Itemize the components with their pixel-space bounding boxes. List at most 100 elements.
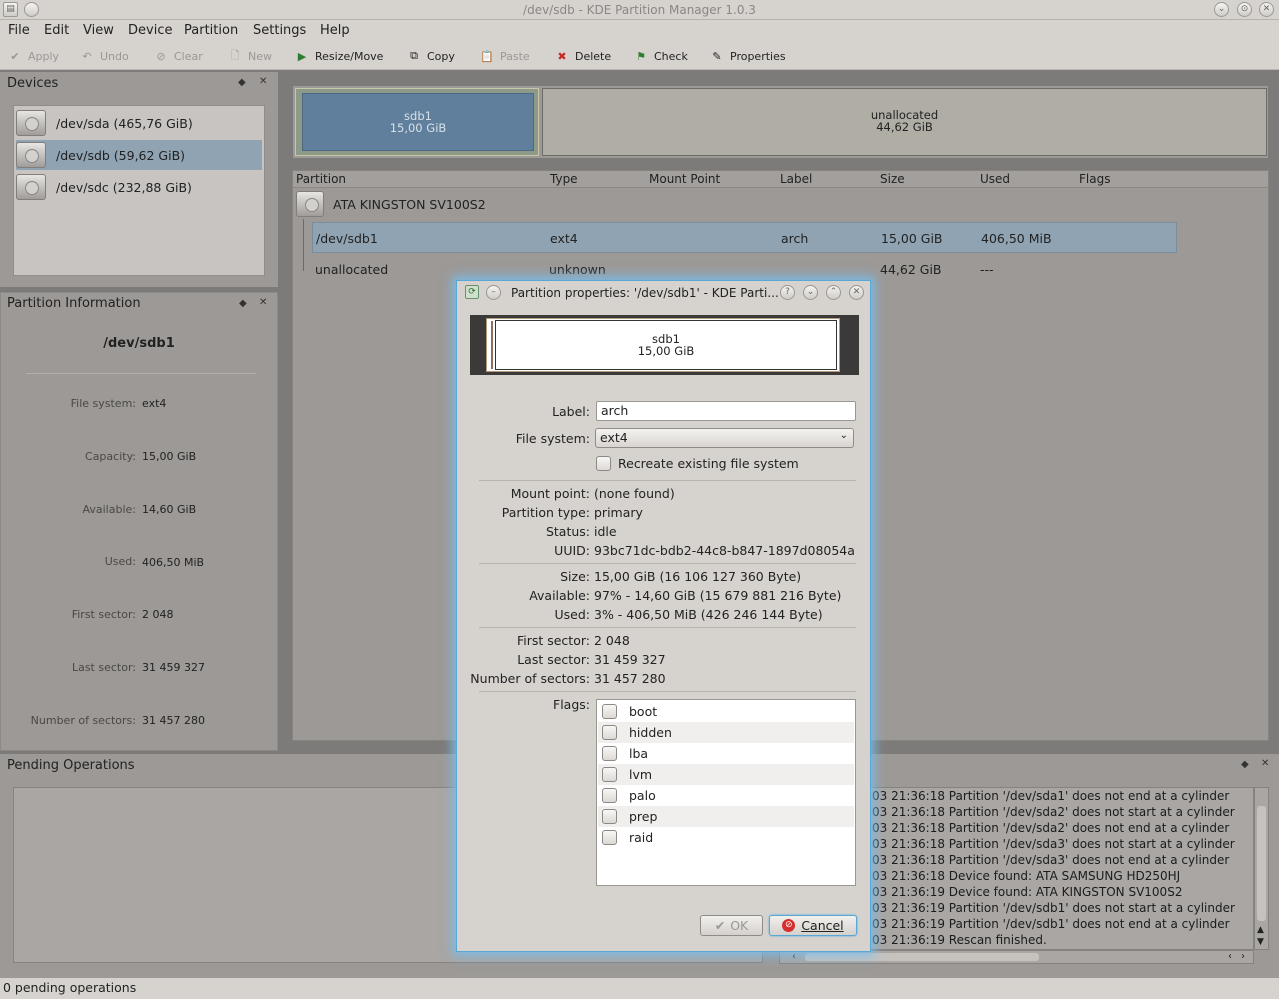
app-icon[interactable]: ⟳	[465, 285, 479, 299]
flag-item-raid[interactable]: raid	[598, 827, 854, 848]
menu-settings[interactable]: Settings	[253, 23, 306, 38]
mount-point-label: Mount point:	[510, 486, 590, 501]
dock-close-icon[interactable]: ✕	[1261, 758, 1269, 769]
cancel-button[interactable]: ⊘ Cancel	[769, 915, 857, 936]
menu-device[interactable]: Device	[128, 23, 172, 38]
dock-close-icon[interactable]: ✕	[259, 76, 267, 87]
menu-file[interactable]: File	[8, 23, 30, 38]
cell-size: 15,00 GiB	[881, 231, 943, 246]
column-header-mount-point[interactable]: Mount Point	[649, 172, 720, 188]
minimize-button[interactable]: ⌄	[1214, 2, 1229, 17]
scrollbar-thumb[interactable]	[805, 953, 1039, 961]
info-label: First sector:	[71, 608, 136, 621]
apply-button[interactable]: ✔ Apply	[6, 46, 59, 66]
dock-float-icon[interactable]: ◆	[238, 77, 246, 88]
check-button[interactable]: ⚑ Check	[632, 46, 688, 66]
log-line: 03 21:36:18 Device found: ATA SAMSUNG HD…	[872, 869, 1181, 883]
table-row[interactable]: /dev/sdb1 ext4 arch 15,00 GiB 406,50 MiB	[312, 222, 1177, 253]
partition-info-dock: Partition Information ◆ ✕ /dev/sdb1 File…	[0, 292, 278, 751]
close-window-button[interactable]: ✕	[1259, 2, 1274, 17]
checkbox-box[interactable]	[596, 456, 611, 471]
dock-float-icon[interactable]: ◆	[239, 298, 247, 309]
close-dialog-button[interactable]: ✕	[849, 285, 864, 300]
log-vertical-scrollbar[interactable]: ▲ ▼	[1254, 787, 1269, 950]
undo-button[interactable]: ↶ Undo	[78, 46, 128, 66]
device-item-sdc[interactable]: /dev/sdc (232,88 GiB)	[16, 172, 262, 202]
flags-label: Flags:	[553, 697, 590, 712]
checkbox-box[interactable]	[602, 788, 617, 803]
maximize-button[interactable]: ⌃	[826, 285, 841, 300]
column-header-size[interactable]: Size	[880, 172, 905, 188]
device-item-sdb[interactable]: /dev/sdb (59,62 GiB)	[16, 140, 262, 170]
window-titlebar: ▤ /dev/sdb - KDE Partition Manager 1.0.3…	[0, 0, 1279, 20]
graph-unallocated[interactable]: unallocated 44,62 GiB	[542, 88, 1267, 156]
devices-title: Devices	[7, 76, 59, 91]
resize-move-button[interactable]: ▶ Resize/Move	[293, 46, 384, 66]
partition-type-value: primary	[594, 505, 643, 520]
properties-button[interactable]: ✎ Properties	[708, 46, 785, 66]
cell-partition: /dev/sdb1	[316, 231, 378, 246]
info-label: Used:	[104, 555, 136, 568]
properties-icon: ✎	[712, 49, 722, 63]
log-line: 03 21:36:18 Partition '/dev/sda2' does n…	[872, 805, 1235, 819]
flag-item-lvm[interactable]: lvm	[598, 764, 854, 785]
scroll-right-icon[interactable]: ›	[1241, 951, 1245, 962]
file-system-label: File system:	[515, 431, 590, 446]
flag-item-palo[interactable]: palo	[598, 785, 854, 806]
menu-edit[interactable]: Edit	[44, 23, 69, 38]
flag-item-boot[interactable]: boot	[598, 701, 854, 722]
pin-icon[interactable]: –	[486, 285, 501, 300]
flag-item-prep[interactable]: prep	[598, 806, 854, 827]
file-system-select[interactable]: ext4 ⌄	[595, 428, 854, 448]
checkbox-box[interactable]	[602, 704, 617, 719]
scroll-left-icon[interactable]: ‹	[792, 951, 796, 962]
flag-item-hidden[interactable]: hidden	[598, 722, 854, 743]
column-header-partition[interactable]: Partition	[296, 172, 346, 188]
scroll-down-icon[interactable]: ▼	[1257, 937, 1264, 947]
column-header-flags[interactable]: Flags	[1079, 172, 1110, 188]
menu-view[interactable]: View	[83, 23, 114, 38]
delete-icon: ✖	[557, 49, 567, 63]
checkbox-box[interactable]	[602, 746, 617, 761]
dialog-graph-size: 15,00 GiB	[637, 344, 695, 358]
new-button[interactable]: 🗋 New	[226, 46, 272, 66]
checkbox-box[interactable]	[602, 830, 617, 845]
column-header-label[interactable]: Label	[780, 172, 812, 188]
checkmark-icon: ✔	[714, 918, 726, 933]
log-horizontal-scrollbar[interactable]: ‹ ‹ ›	[779, 950, 1254, 964]
info-value: 2 048	[142, 608, 174, 621]
copy-button[interactable]: ⧉ Copy	[405, 46, 455, 66]
checkbox-box[interactable]	[602, 809, 617, 824]
flags-list: boot hidden lba lvm palo prep raid	[596, 699, 856, 886]
menu-partition[interactable]: Partition	[184, 23, 238, 38]
ok-button[interactable]: ✔ OK	[700, 915, 763, 936]
device-item-sda[interactable]: /dev/sda (465,76 GiB)	[16, 108, 262, 138]
recreate-filesystem-checkbox[interactable]: Recreate existing file system	[596, 456, 799, 471]
info-label: File system:	[70, 397, 136, 410]
uuid-value: 93bc71dc-bdb2-44c8-b847-1897d08054a	[594, 543, 855, 558]
disk-row[interactable]: ATA KINGSTON SV100S2	[296, 191, 486, 217]
dock-float-icon[interactable]: ◆	[1241, 759, 1249, 770]
maximize-button[interactable]: ⊙	[1237, 2, 1252, 17]
minimize-button[interactable]: ⌄	[803, 285, 818, 300]
paste-button[interactable]: 📋 Paste	[478, 46, 530, 66]
menu-help[interactable]: Help	[320, 23, 350, 38]
checkbox-box[interactable]	[602, 767, 617, 782]
cell-type: ext4	[550, 231, 578, 246]
label-input[interactable]: arch	[596, 401, 856, 421]
flag-item-lba[interactable]: lba	[598, 743, 854, 764]
partition-type-label: Partition type:	[501, 505, 590, 520]
delete-button[interactable]: ✖ Delete	[553, 46, 611, 66]
clear-button[interactable]: ⊘ Clear	[152, 46, 202, 66]
graph-partition-sdb1[interactable]: sdb1 15,00 GiB	[295, 88, 539, 156]
column-header-type[interactable]: Type	[550, 172, 578, 188]
scrollbar-thumb[interactable]	[1257, 806, 1266, 921]
help-button[interactable]: ?	[780, 285, 795, 300]
pending-operations-title: Pending Operations	[7, 758, 135, 773]
scroll-up-icon[interactable]: ▲	[1257, 925, 1264, 935]
scroll-left-icon[interactable]: ‹	[1228, 951, 1232, 962]
column-header-used[interactable]: Used	[980, 172, 1010, 188]
dock-close-icon[interactable]: ✕	[259, 297, 267, 308]
checkbox-box[interactable]	[602, 725, 617, 740]
log-line: 03 21:36:18 Partition '/dev/sda1' does n…	[872, 789, 1230, 803]
